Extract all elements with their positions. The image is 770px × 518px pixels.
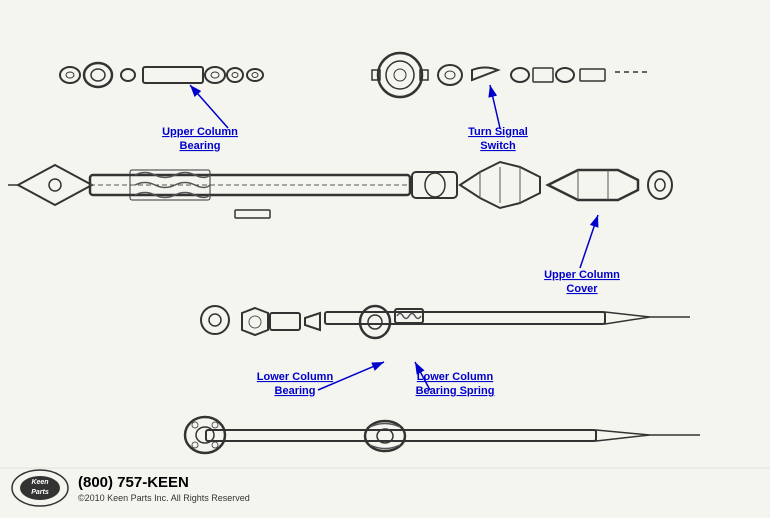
lower-column-full bbox=[185, 417, 700, 453]
svg-text:Keen: Keen bbox=[31, 479, 48, 486]
svg-text:Cover: Cover bbox=[566, 283, 598, 295]
main-column-assembly bbox=[8, 162, 672, 218]
svg-text:Lower Column: Lower Column bbox=[417, 371, 494, 383]
svg-text:Bearing Spring: Bearing Spring bbox=[416, 385, 495, 397]
svg-text:Upper Column: Upper Column bbox=[544, 269, 620, 281]
svg-text:(800) 757-KEEN: (800) 757-KEEN bbox=[78, 474, 189, 491]
svg-text:Upper Column: Upper Column bbox=[162, 126, 238, 138]
svg-text:Bearing: Bearing bbox=[275, 385, 316, 397]
turn-signal-parts bbox=[372, 53, 647, 97]
svg-text:©2010 Keen Parts Inc. All Righ: ©2010 Keen Parts Inc. All Rights Reserve… bbox=[78, 493, 250, 503]
svg-text:Bearing: Bearing bbox=[180, 140, 221, 152]
svg-text:Turn Signal: Turn Signal bbox=[468, 126, 528, 138]
lower-column-assembly bbox=[201, 306, 690, 338]
svg-text:Lower Column: Lower Column bbox=[257, 371, 334, 383]
svg-text:Switch: Switch bbox=[480, 140, 516, 152]
diagram-container: Upper Column Bearing Turn Signal Switch … bbox=[0, 0, 770, 518]
svg-text:Parts: Parts bbox=[31, 489, 49, 496]
upper-bearing-parts bbox=[60, 63, 263, 87]
